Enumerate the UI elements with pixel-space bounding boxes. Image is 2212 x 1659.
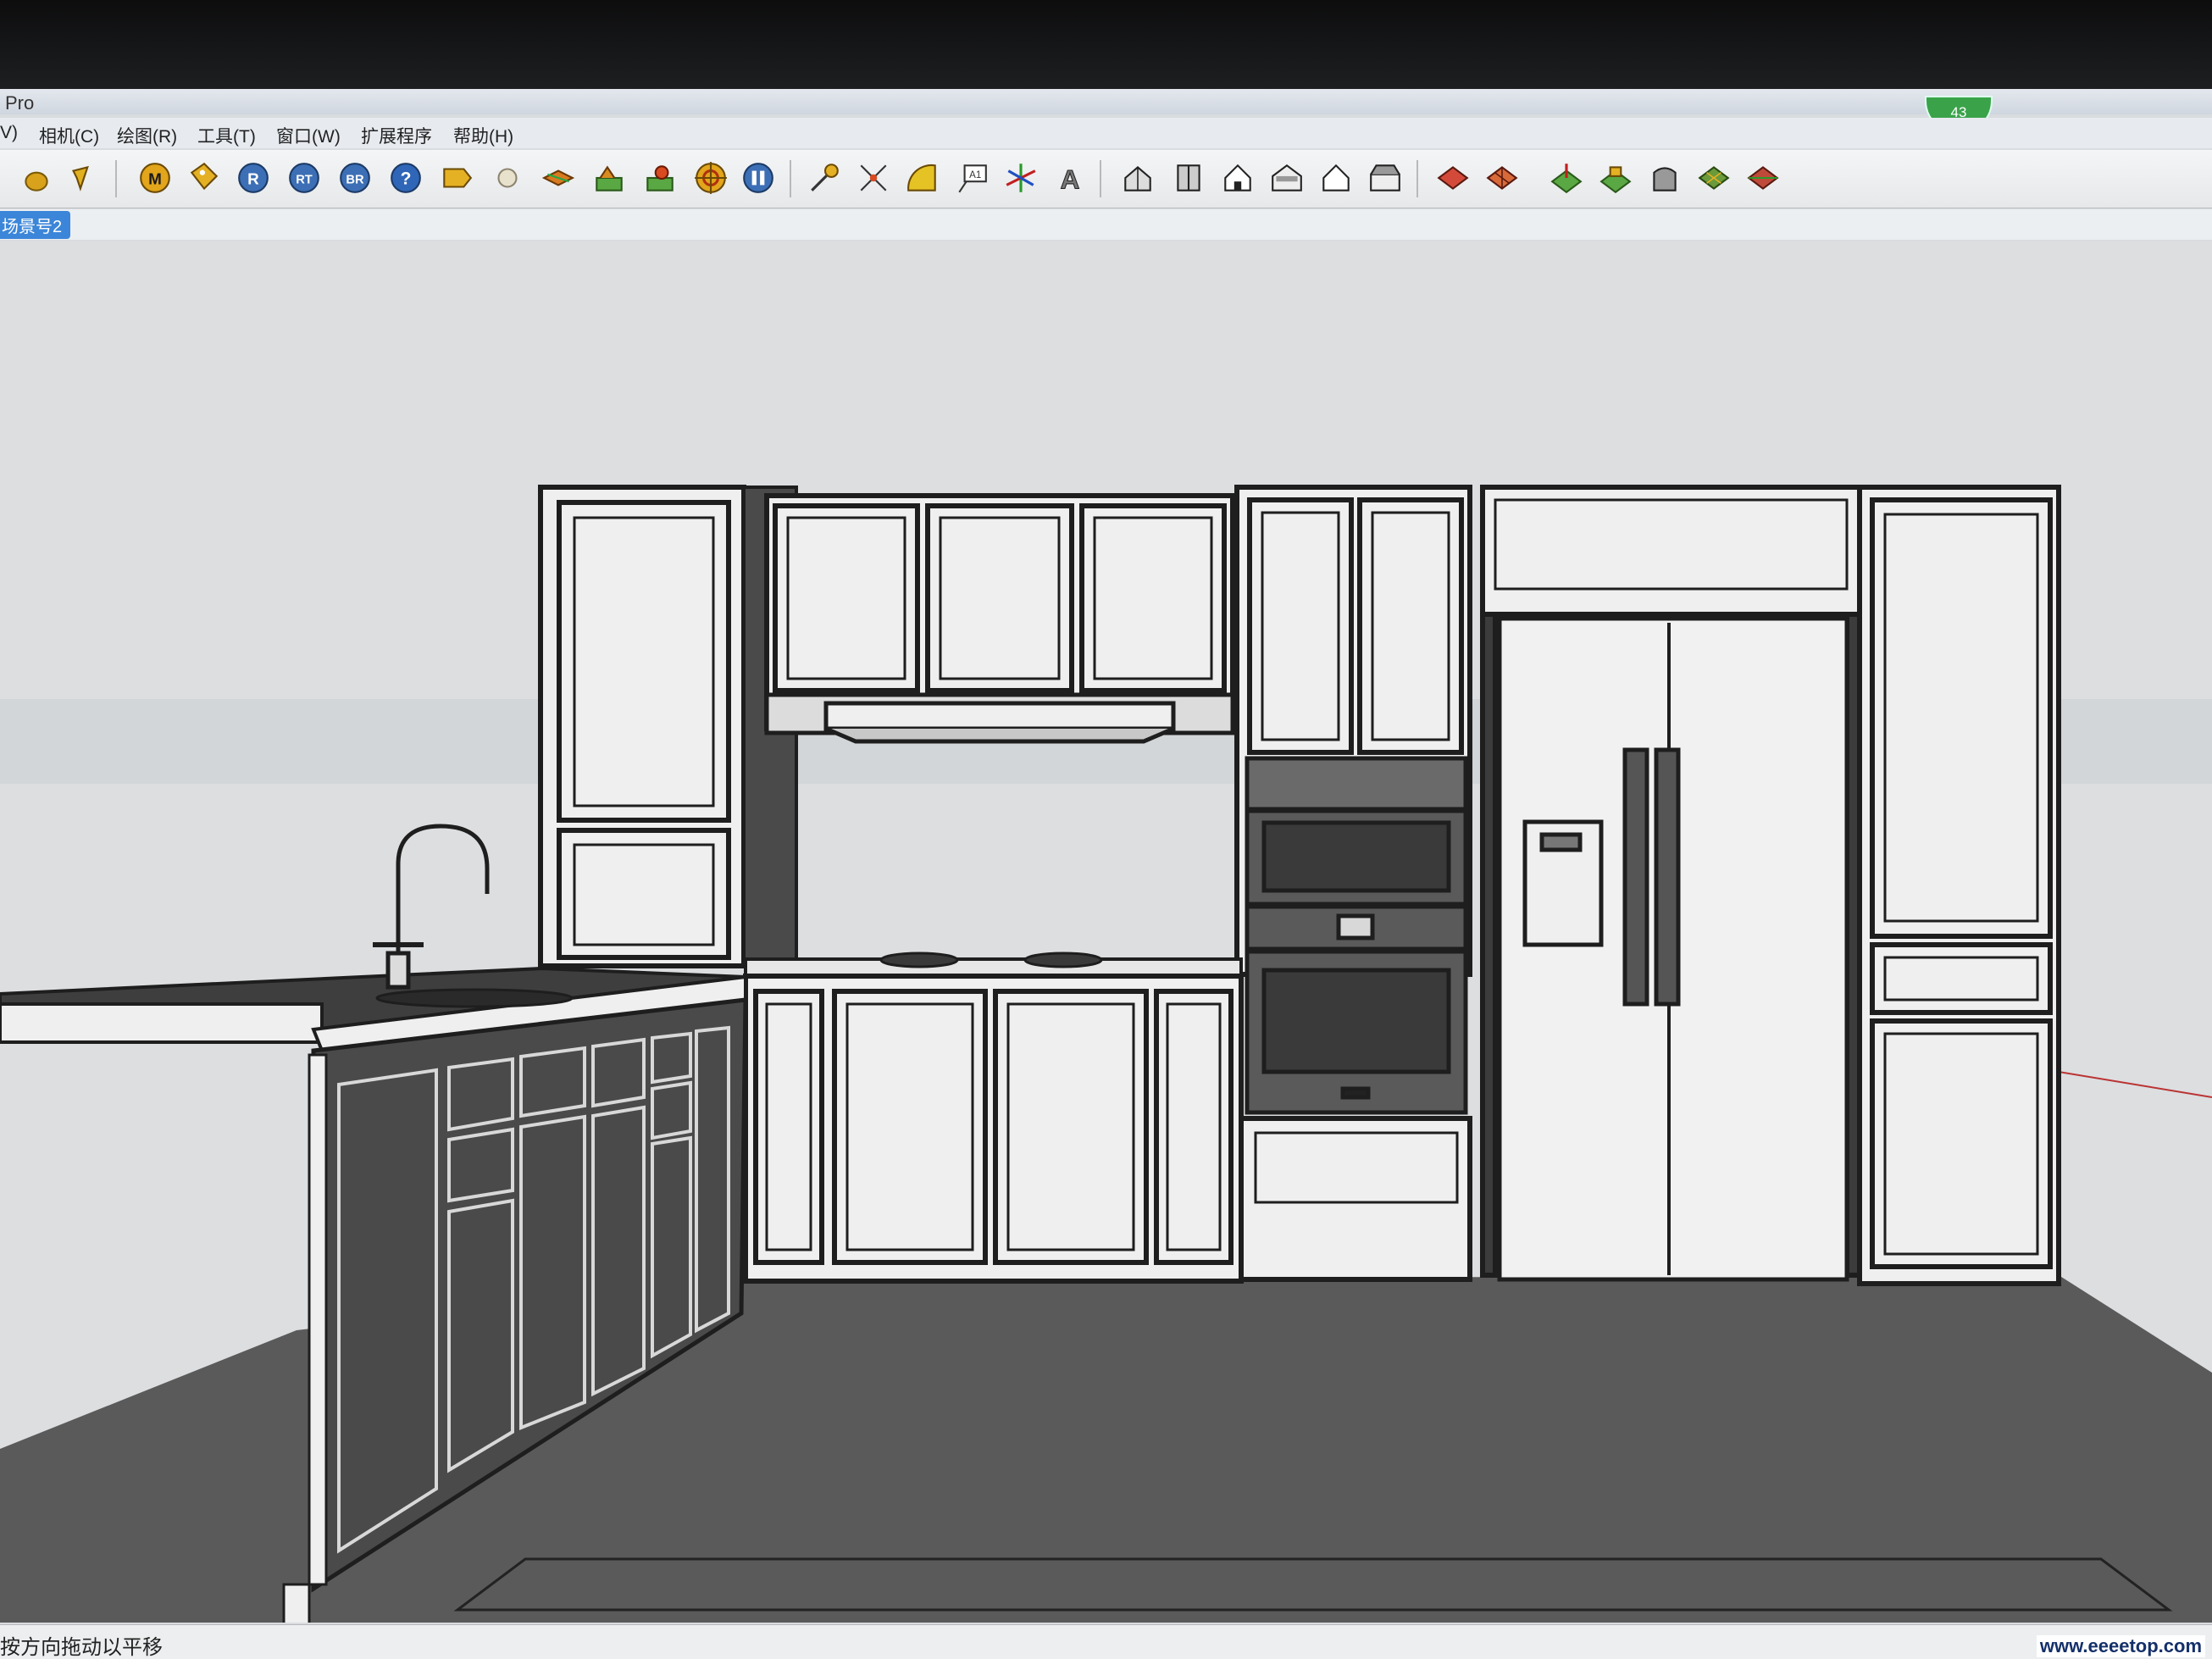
sandbox-contours-icon[interactable] <box>1433 158 1472 197</box>
3d-viewport[interactable] <box>0 241 2212 1623</box>
batch-render-br-icon[interactable]: BR <box>335 158 374 197</box>
title-bar: Pro 43 <box>0 89 2212 133</box>
label-icon[interactable] <box>437 158 476 197</box>
menu-camera[interactable]: 相机(C) <box>39 123 99 148</box>
menu-tools[interactable]: 工具(T) <box>197 123 256 148</box>
svg-text:A: A <box>1061 164 1080 195</box>
svg-text:A1: A1 <box>969 170 981 180</box>
sketchup-window: Pro 43 V) 相机(C) 绘图(R) 工具(T) 窗口(W) 扩展程序 帮… <box>0 89 2212 1659</box>
text-icon[interactable]: A1 <box>952 158 991 197</box>
built-in-ovens <box>1245 756 1468 1115</box>
help-icon[interactable]: ? <box>386 158 425 197</box>
menu-bar: V) 相机(C) 绘图(R) 工具(T) 窗口(W) 扩展程序 帮助(H) <box>0 118 2212 148</box>
sandbox-drape-icon[interactable] <box>1645 158 1684 197</box>
dimension-icon[interactable] <box>854 158 893 197</box>
sandbox-detail-icon[interactable] <box>1694 158 1733 197</box>
scene-tab[interactable]: 场景号2 <box>0 211 71 239</box>
scene-tabs: 场景号2 <box>0 209 2212 240</box>
render-rt-icon[interactable]: RT <box>285 158 324 197</box>
monitor-bezel <box>0 0 2212 95</box>
toolbar: M R RT BR ? A1 A <box>0 150 2212 208</box>
status-hint: 按方向拖动以平移 <box>0 1636 163 1659</box>
orb-icon[interactable] <box>17 158 56 197</box>
svg-text:BR: BR <box>346 173 364 186</box>
tag-icon[interactable] <box>185 158 224 197</box>
right-view-icon[interactable] <box>1267 158 1306 197</box>
target-icon[interactable] <box>691 158 730 197</box>
watermark: www.eeeetop.com <box>2036 1635 2205 1657</box>
sandbox-stamp-icon[interactable] <box>1596 158 1635 197</box>
svg-text:M: M <box>148 170 162 188</box>
material-m-icon[interactable]: M <box>136 158 175 197</box>
tall-cabinet-right <box>1857 485 2061 1286</box>
menu-draw[interactable]: 绘图(R) <box>117 123 177 148</box>
3d-text-icon[interactable]: A <box>1051 158 1089 197</box>
landscape-icon[interactable] <box>590 158 629 197</box>
sink <box>375 988 574 1008</box>
sandbox-scratch-icon[interactable] <box>1483 158 1522 197</box>
menu-window[interactable]: 窗口(W) <box>276 123 341 148</box>
menu-view[interactable]: V) <box>0 123 18 143</box>
menu-help[interactable]: 帮助(H) <box>453 123 513 148</box>
layers-icon[interactable] <box>539 158 578 197</box>
front-view-icon[interactable] <box>1218 158 1257 197</box>
tape-measure-icon[interactable] <box>805 158 844 197</box>
photo-of-screen: Pro 43 V) 相机(C) 绘图(R) 工具(T) 窗口(W) 扩展程序 帮… <box>0 0 2212 1659</box>
tall-cabinet-left <box>538 485 746 968</box>
status-bar: 按方向拖动以平移 www.eeeetop.com <box>0 1624 2212 1659</box>
window-title: Pro <box>5 92 35 114</box>
sandbox-smoove-icon[interactable] <box>1547 158 1586 197</box>
iso-view-icon[interactable] <box>1118 158 1157 197</box>
left-view-icon[interactable] <box>1366 158 1405 197</box>
paint-brush-icon[interactable] <box>63 158 102 197</box>
back-view-icon[interactable] <box>1317 158 1355 197</box>
refrigerator <box>1497 616 1849 1282</box>
svg-text:RT: RT <box>296 173 313 186</box>
axes-icon[interactable] <box>1001 158 1040 197</box>
top-view-icon[interactable] <box>1169 158 1208 197</box>
base-cabinets-back <box>743 974 1244 1284</box>
sphere-icon[interactable] <box>488 158 527 197</box>
pause-icon[interactable] <box>739 158 778 197</box>
svg-text:R: R <box>247 170 259 188</box>
render-r-icon[interactable]: R <box>234 158 273 197</box>
svg-text:?: ? <box>401 169 412 188</box>
landscape-edit-icon[interactable] <box>640 158 679 197</box>
range-hood <box>764 692 1235 744</box>
menu-extensions[interactable]: 扩展程序 <box>361 123 432 148</box>
protractor-icon[interactable] <box>903 158 942 197</box>
sandbox-flip-icon[interactable] <box>1744 158 1782 197</box>
